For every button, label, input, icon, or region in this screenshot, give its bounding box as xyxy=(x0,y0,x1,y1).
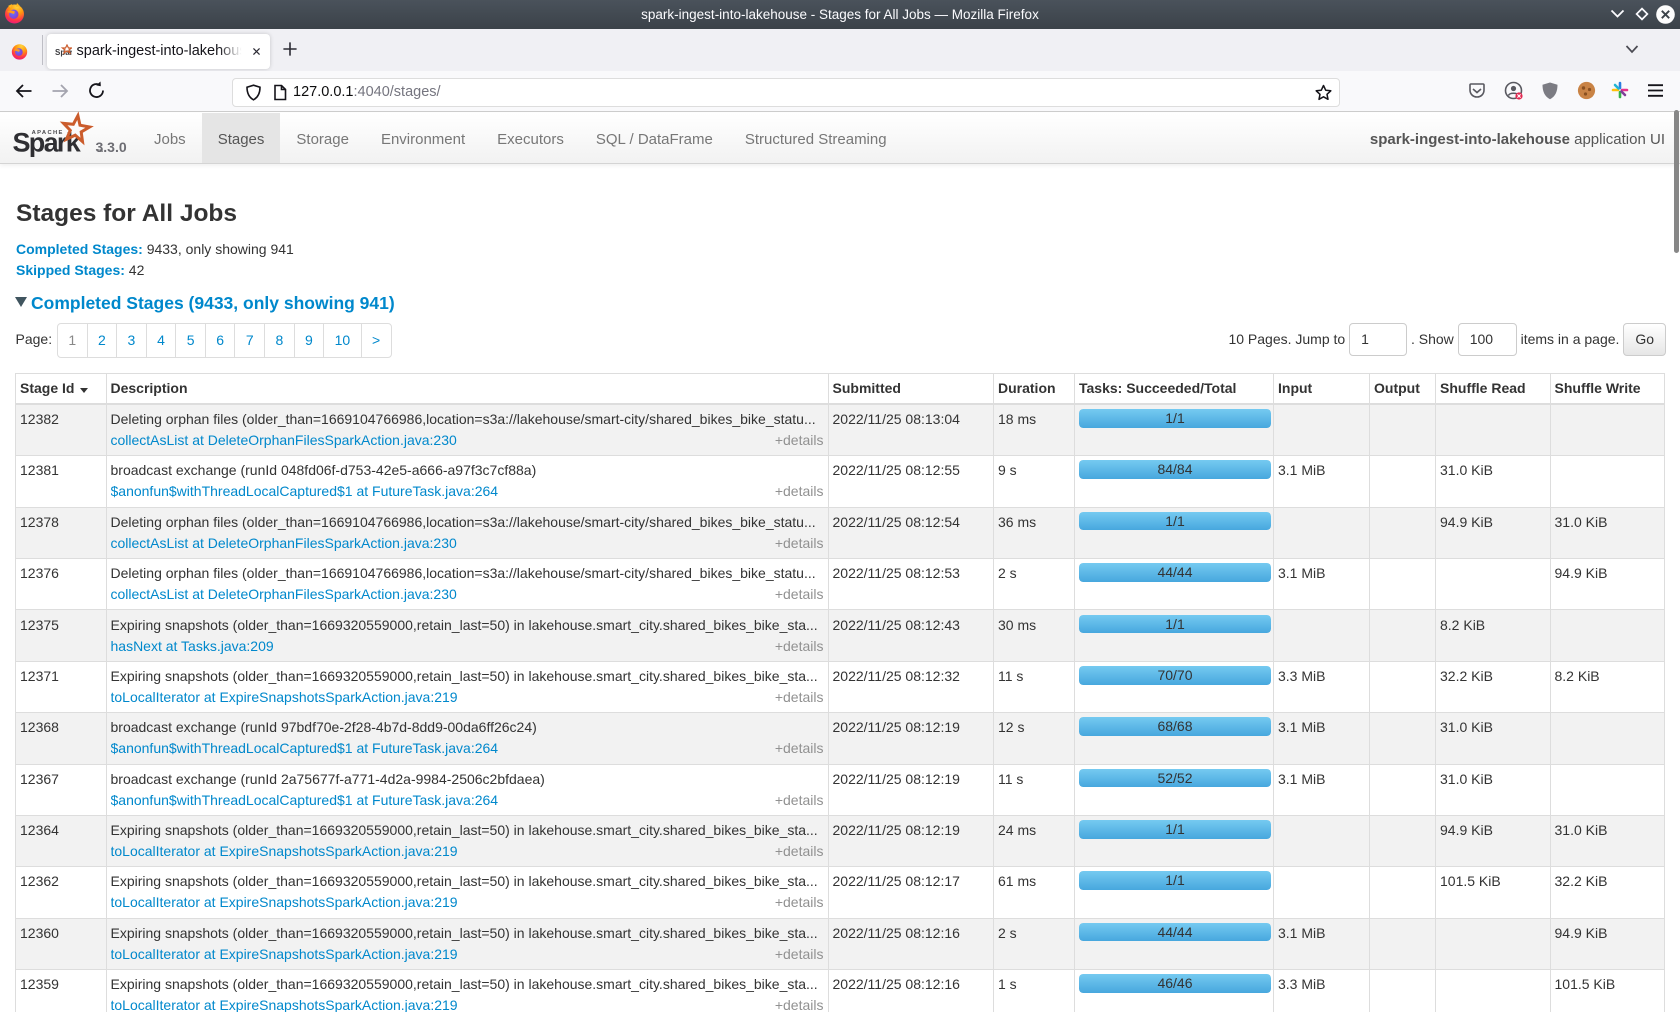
svg-text:Spark: Spark xyxy=(13,127,82,157)
